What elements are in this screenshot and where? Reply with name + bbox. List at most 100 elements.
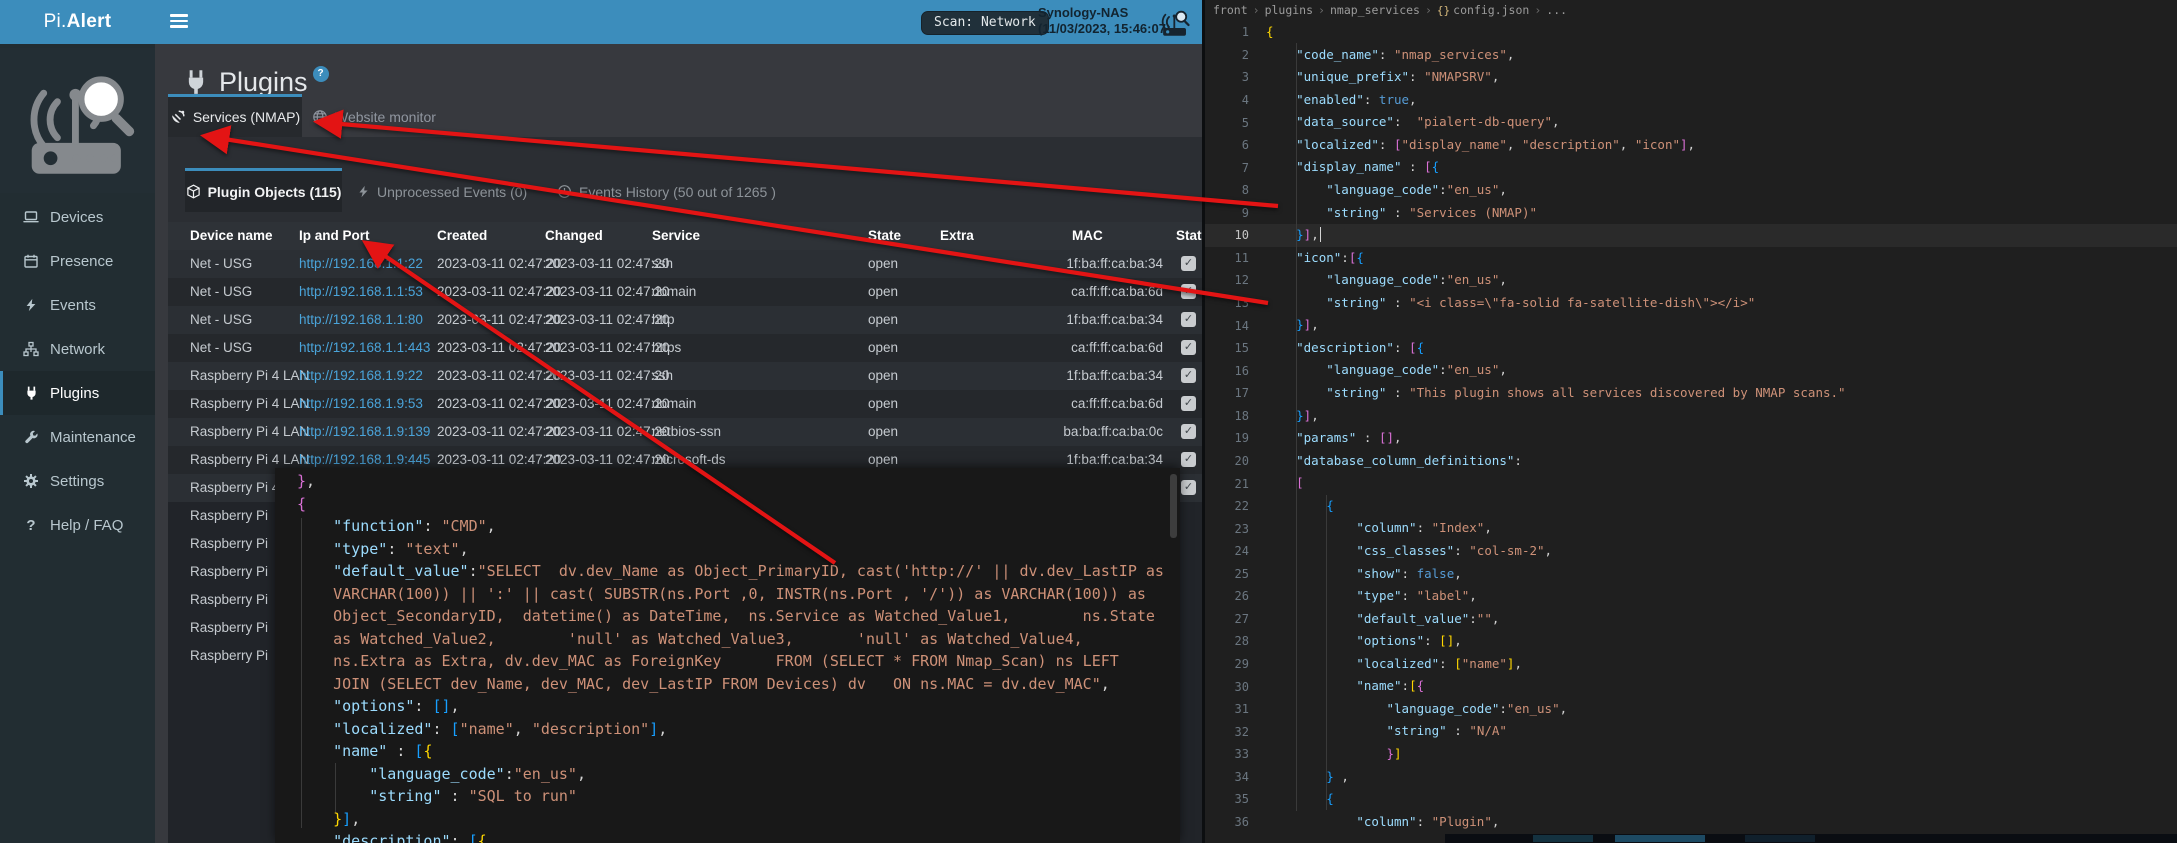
editor-line[interactable]: 21 [ <box>1205 472 2177 495</box>
column-header-changed[interactable]: Changed <box>545 222 603 250</box>
sidebar-item-devices[interactable]: Devices <box>0 195 155 239</box>
editor-line[interactable]: 19 "params" : [], <box>1205 427 2177 450</box>
editor-line[interactable]: 2 "code_name": "nmap_services", <box>1205 44 2177 67</box>
column-header-service[interactable]: Service <box>652 222 700 250</box>
editor-line[interactable]: 15 "description": [{ <box>1205 337 2177 360</box>
editor-line[interactable]: 16 "language_code":"en_us", <box>1205 359 2177 382</box>
cell-mac: 1f:ba:ff:ca:ba:34 <box>998 362 1163 390</box>
editor-line[interactable]: 36 "column": "Plugin", <box>1205 811 2177 834</box>
config-editor[interactable]: front› plugins› nmap_services› {} config… <box>1205 0 2177 843</box>
line-number: 19 <box>1205 431 1266 445</box>
sidebar-item-maintenance[interactable]: Maintenance <box>0 415 155 459</box>
editor-line[interactable]: 3 "unique_prefix": "NMAPSRV", <box>1205 66 2177 89</box>
breadcrumb-item[interactable]: front <box>1213 3 1248 17</box>
app-brand[interactable]: Pi.Alert <box>0 0 155 44</box>
sidebar-item-presence[interactable]: Presence <box>0 239 155 283</box>
ip-port-link[interactable]: http://192.168.1.9:139 <box>299 424 430 439</box>
sidebar-toggle-icon[interactable] <box>170 14 188 30</box>
column-header-extra[interactable]: Extra <box>940 222 974 250</box>
column-header-status[interactable]: Status <box>1176 222 1202 250</box>
editor-line[interactable]: 10 }], <box>1205 224 2177 247</box>
column-header-mac[interactable]: MAC <box>1072 222 1103 250</box>
editor-line[interactable]: 14 }], <box>1205 314 2177 337</box>
editor-line[interactable]: 30 "name":[{ <box>1205 675 2177 698</box>
column-header-state[interactable]: State <box>868 222 901 250</box>
editor-line[interactable]: 8 "language_code":"en_us", <box>1205 179 2177 202</box>
editor-line[interactable]: 4 "enabled": true, <box>1205 89 2177 112</box>
breadcrumb-item[interactable]: ... <box>1546 3 1567 17</box>
breadcrumb-item[interactable]: nmap_services <box>1330 3 1420 17</box>
editor-line[interactable]: 33 }] <box>1205 743 2177 766</box>
status-checkbox[interactable]: ✓ <box>1181 256 1196 271</box>
scan-status-badge: Scan: Network <box>921 11 1049 35</box>
overlay-scrollbar-thumb[interactable] <box>1170 474 1177 538</box>
sidebar-item-plugins[interactable]: Plugins <box>0 371 155 415</box>
column-header-created[interactable]: Created <box>437 222 487 250</box>
breadcrumb-item-file[interactable]: config.json <box>1453 3 1529 17</box>
editor-line[interactable]: 1{ <box>1205 21 2177 44</box>
overlay-code-line: }], <box>297 808 1164 831</box>
editor-line[interactable]: 34 } , <box>1205 766 2177 789</box>
tab-plugin-objects[interactable]: Plugin Objects (115) <box>185 171 342 212</box>
taskbar-sliver[interactable] <box>1445 834 2177 843</box>
editor-line[interactable]: 32 "string" : "N/A" <box>1205 720 2177 743</box>
editor-line[interactable]: 6 "localized": ["display_name", "descrip… <box>1205 134 2177 157</box>
editor-line[interactable]: 27 "default_value":"", <box>1205 608 2177 631</box>
line-number: 18 <box>1205 409 1266 423</box>
breadcrumb-item[interactable]: plugins <box>1265 3 1313 17</box>
editor-line[interactable]: 9 "string" : "Services (NMAP)" <box>1205 202 2177 225</box>
editor-line[interactable]: 18 }], <box>1205 405 2177 428</box>
code-overlay[interactable]: },{ "function": "CMD", "type": "text", "… <box>275 468 1180 843</box>
sidebar-item-help[interactable]: ? Help / FAQ <box>0 503 155 547</box>
tab-services-nmap[interactable]: Services (NMAP) <box>168 97 302 137</box>
status-checkbox[interactable]: ✓ <box>1181 312 1196 327</box>
ip-port-link[interactable]: http://192.168.1.9:22 <box>299 368 423 383</box>
help-badge[interactable]: ? <box>313 66 329 82</box>
editor-line[interactable]: 25 "show": false, <box>1205 563 2177 586</box>
ip-port-link[interactable]: http://192.168.1.9:445 <box>299 452 430 467</box>
editor-line[interactable]: 35 { <box>1205 788 2177 811</box>
status-checkbox[interactable]: ✓ <box>1181 368 1196 383</box>
editor-line[interactable]: 17 "string" : "This plugin shows all ser… <box>1205 382 2177 405</box>
sidebar-item-settings[interactable]: Settings <box>0 459 155 503</box>
editor-line[interactable]: 28 "options": [], <box>1205 630 2177 653</box>
cell-changed: 2023-03-11 02:47:20 <box>545 250 669 278</box>
status-checkbox[interactable]: ✓ <box>1181 284 1196 299</box>
editor-line[interactable]: 11 "icon":[{ <box>1205 247 2177 270</box>
status-checkbox[interactable]: ✓ <box>1181 452 1196 467</box>
editor-line[interactable]: 29 "localized": ["name"], <box>1205 653 2177 676</box>
status-checkbox[interactable]: ✓ <box>1181 424 1196 439</box>
sidebar-item-network[interactable]: Network <box>0 327 155 371</box>
editor-line[interactable]: 7 "display_name" : [{ <box>1205 156 2177 179</box>
line-number: 16 <box>1205 364 1266 378</box>
status-checkbox[interactable]: ✓ <box>1181 480 1196 495</box>
ip-port-link[interactable]: http://192.168.1.1:80 <box>299 312 423 327</box>
editor-line[interactable]: 23 "column": "Index", <box>1205 517 2177 540</box>
status-checkbox[interactable]: ✓ <box>1181 340 1196 355</box>
tab-unprocessed-events[interactable]: Unprocessed Events (0) <box>357 171 527 212</box>
editor-line[interactable]: 12 "language_code":"en_us", <box>1205 269 2177 292</box>
editor-line[interactable]: 24 "css_classes": "col-sm-2", <box>1205 540 2177 563</box>
editor-line[interactable]: 26 "type": "label", <box>1205 585 2177 608</box>
editor-line[interactable]: 5 "data_source": "pialert-db-query", <box>1205 111 2177 134</box>
editor-line[interactable]: 31 "language_code":"en_us", <box>1205 698 2177 721</box>
ip-port-link[interactable]: http://192.168.1.1:22 <box>299 256 423 271</box>
cell-created: 2023-03-11 02:47:20 <box>437 278 561 306</box>
tab-events-history[interactable]: Events History (50 out of 1265 ) <box>557 171 776 212</box>
line-number: 17 <box>1205 386 1266 400</box>
editor-line[interactable]: 20 "database_column_definitions": <box>1205 450 2177 473</box>
editor-line[interactable]: 13 "string" : "<i class=\"fa-solid fa-sa… <box>1205 292 2177 315</box>
status-checkbox[interactable]: ✓ <box>1181 396 1196 411</box>
ip-port-link[interactable]: http://192.168.1.1:53 <box>299 284 423 299</box>
cell-changed: 2023-03-11 02:47:20 <box>545 278 669 306</box>
cell-ip-and-port: http://192.168.1.1:22 <box>299 250 423 278</box>
tab-website-monitor[interactable]: Website monitor <box>312 97 436 137</box>
editor-line[interactable]: 22 { <box>1205 495 2177 518</box>
cell-device-name: Raspberry Pi 4 LAN <box>190 418 309 446</box>
ip-port-link[interactable]: http://192.168.1.9:53 <box>299 396 423 411</box>
ip-port-link[interactable]: http://192.168.1.1:443 <box>299 340 430 355</box>
column-header-ip-and-port[interactable]: Ip and Port <box>299 222 370 250</box>
sidebar-item-events[interactable]: Events <box>0 283 155 327</box>
inner-tab-label: Events History (50 out of 1265 ) <box>579 184 776 200</box>
column-header-device-name[interactable]: Device name <box>190 222 273 250</box>
